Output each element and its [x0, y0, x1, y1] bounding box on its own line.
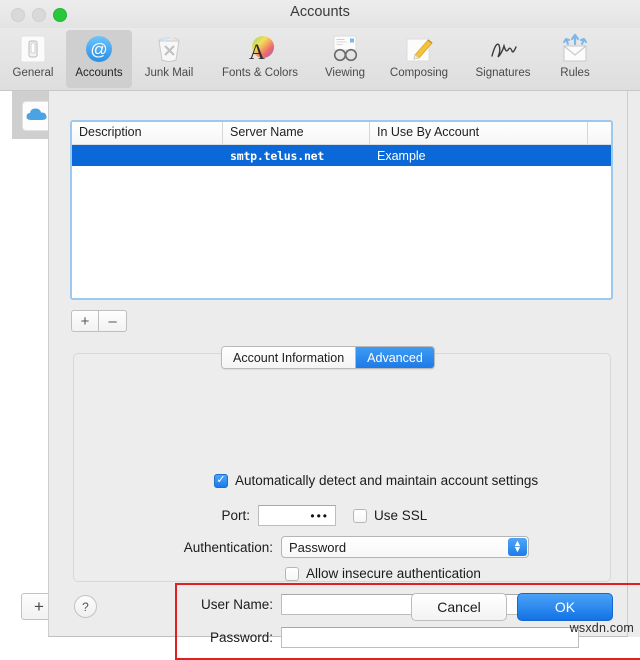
- authentication-row: Authentication: Password ▲ ▼: [175, 536, 529, 558]
- cancel-button[interactable]: Cancel: [411, 593, 507, 621]
- chevron-down-glyph: ▼: [513, 544, 522, 554]
- toolbar-item-fonts-colors[interactable]: A Fonts & Colors: [207, 30, 313, 88]
- toolbar-label-rules: Rules: [560, 67, 590, 79]
- authentication-select[interactable]: Password ▲ ▼: [281, 536, 529, 558]
- column-header-extra[interactable]: [588, 122, 611, 144]
- remove-server-button[interactable]: –: [99, 310, 127, 332]
- toolbar-item-signatures[interactable]: Signatures: [461, 30, 545, 88]
- auto-detect-label: Automatically detect and maintain accoun…: [235, 473, 539, 488]
- server-list-controls: + –: [71, 310, 127, 332]
- mail-preferences-window: Accounts General @ Accounts Junk Mail A …: [0, 0, 640, 660]
- toolbar-label-composing: Composing: [389, 67, 449, 79]
- tab-account-information[interactable]: Account Information: [222, 347, 356, 368]
- help-button[interactable]: ?: [74, 595, 97, 618]
- toolbar-label-signatures: Signatures: [475, 67, 531, 79]
- port-input[interactable]: •••: [258, 505, 336, 526]
- use-ssl-row: Use SSL: [353, 508, 427, 523]
- viewing-glasses-icon: [329, 33, 361, 65]
- use-ssl-checkbox[interactable]: [353, 508, 367, 523]
- toolbar-label-junk-mail: Junk Mail: [144, 67, 194, 79]
- rules-icon: [559, 33, 591, 65]
- table-row[interactable]: smtp.telus.net Example: [72, 145, 611, 166]
- allow-insecure-checkbox[interactable]: [285, 566, 299, 581]
- allow-insecure-label: Allow insecure authentication: [306, 566, 481, 581]
- chevron-up-down-icon[interactable]: ▲ ▼: [508, 538, 527, 556]
- window-title: Accounts: [290, 4, 350, 20]
- use-ssl-label: Use SSL: [374, 508, 428, 523]
- user-name-label: User Name:: [200, 597, 273, 612]
- password-input[interactable]: [281, 627, 579, 648]
- tab-advanced[interactable]: Advanced: [355, 347, 434, 368]
- authentication-label: Authentication:: [183, 539, 273, 555]
- junk-mail-icon: [153, 33, 185, 65]
- preferences-toolbar: General @ Accounts Junk Mail A Fonts & C…: [0, 28, 640, 91]
- toolbar-item-accounts[interactable]: @ Accounts: [66, 30, 132, 88]
- toolbar-label-viewing: Viewing: [324, 67, 366, 79]
- toolbar-item-rules[interactable]: Rules: [545, 30, 605, 88]
- composing-pencil-icon: [403, 33, 435, 65]
- allow-insecure-row: Allow insecure authentication: [285, 566, 481, 581]
- general-icon: [17, 33, 49, 65]
- watermark: wsxdn.com: [569, 621, 634, 635]
- add-server-button[interactable]: +: [71, 310, 99, 332]
- ok-button[interactable]: OK: [517, 593, 613, 621]
- svg-text:@: @: [90, 40, 107, 59]
- toolbar-item-viewing[interactable]: Viewing: [313, 30, 377, 88]
- cell-in-use-by-account: Example: [377, 148, 426, 163]
- column-header-in-use-by-account[interactable]: In Use By Account: [370, 122, 588, 144]
- column-header-description[interactable]: Description: [72, 122, 223, 144]
- toolbar-item-general[interactable]: General: [0, 30, 66, 88]
- column-header-server-name[interactable]: Server Name: [223, 122, 370, 144]
- password-label: Password:: [209, 630, 273, 645]
- table-header-row: Description Server Name In Use By Accoun…: [72, 122, 611, 145]
- window-right-edge: [628, 91, 640, 637]
- cell-server-name: smtp.telus.net: [230, 148, 325, 163]
- port-row: Port: ••• Use SSL: [206, 505, 427, 526]
- port-label: Port:: [221, 508, 250, 523]
- svg-text:A: A: [249, 39, 265, 64]
- accounts-at-icon: @: [83, 33, 115, 65]
- toolbar-label-general: General: [12, 67, 54, 79]
- settings-tab-bar: Account Information Advanced: [221, 346, 435, 369]
- fonts-colors-icon: A: [244, 33, 276, 65]
- toolbar-item-composing[interactable]: Composing: [377, 30, 461, 88]
- toolbar-label-accounts: Accounts: [75, 67, 123, 79]
- toolbar-item-junk-mail[interactable]: Junk Mail: [136, 30, 202, 88]
- auto-detect-checkbox[interactable]: ✓: [214, 473, 228, 488]
- smtp-server-table[interactable]: Description Server Name In Use By Accoun…: [70, 120, 613, 300]
- password-row: Password:: [189, 627, 579, 648]
- checkmark-icon: ✓: [216, 473, 226, 486]
- authentication-value: Password: [289, 539, 347, 555]
- smtp-server-list-sheet: Description Server Name In Use By Accoun…: [48, 91, 640, 660]
- window-titlebar: Accounts: [0, 0, 640, 29]
- signatures-icon: [487, 33, 519, 65]
- auto-detect-row: ✓ Automatically detect and maintain acco…: [214, 473, 538, 488]
- toolbar-label-fonts-colors: Fonts & Colors: [221, 67, 299, 79]
